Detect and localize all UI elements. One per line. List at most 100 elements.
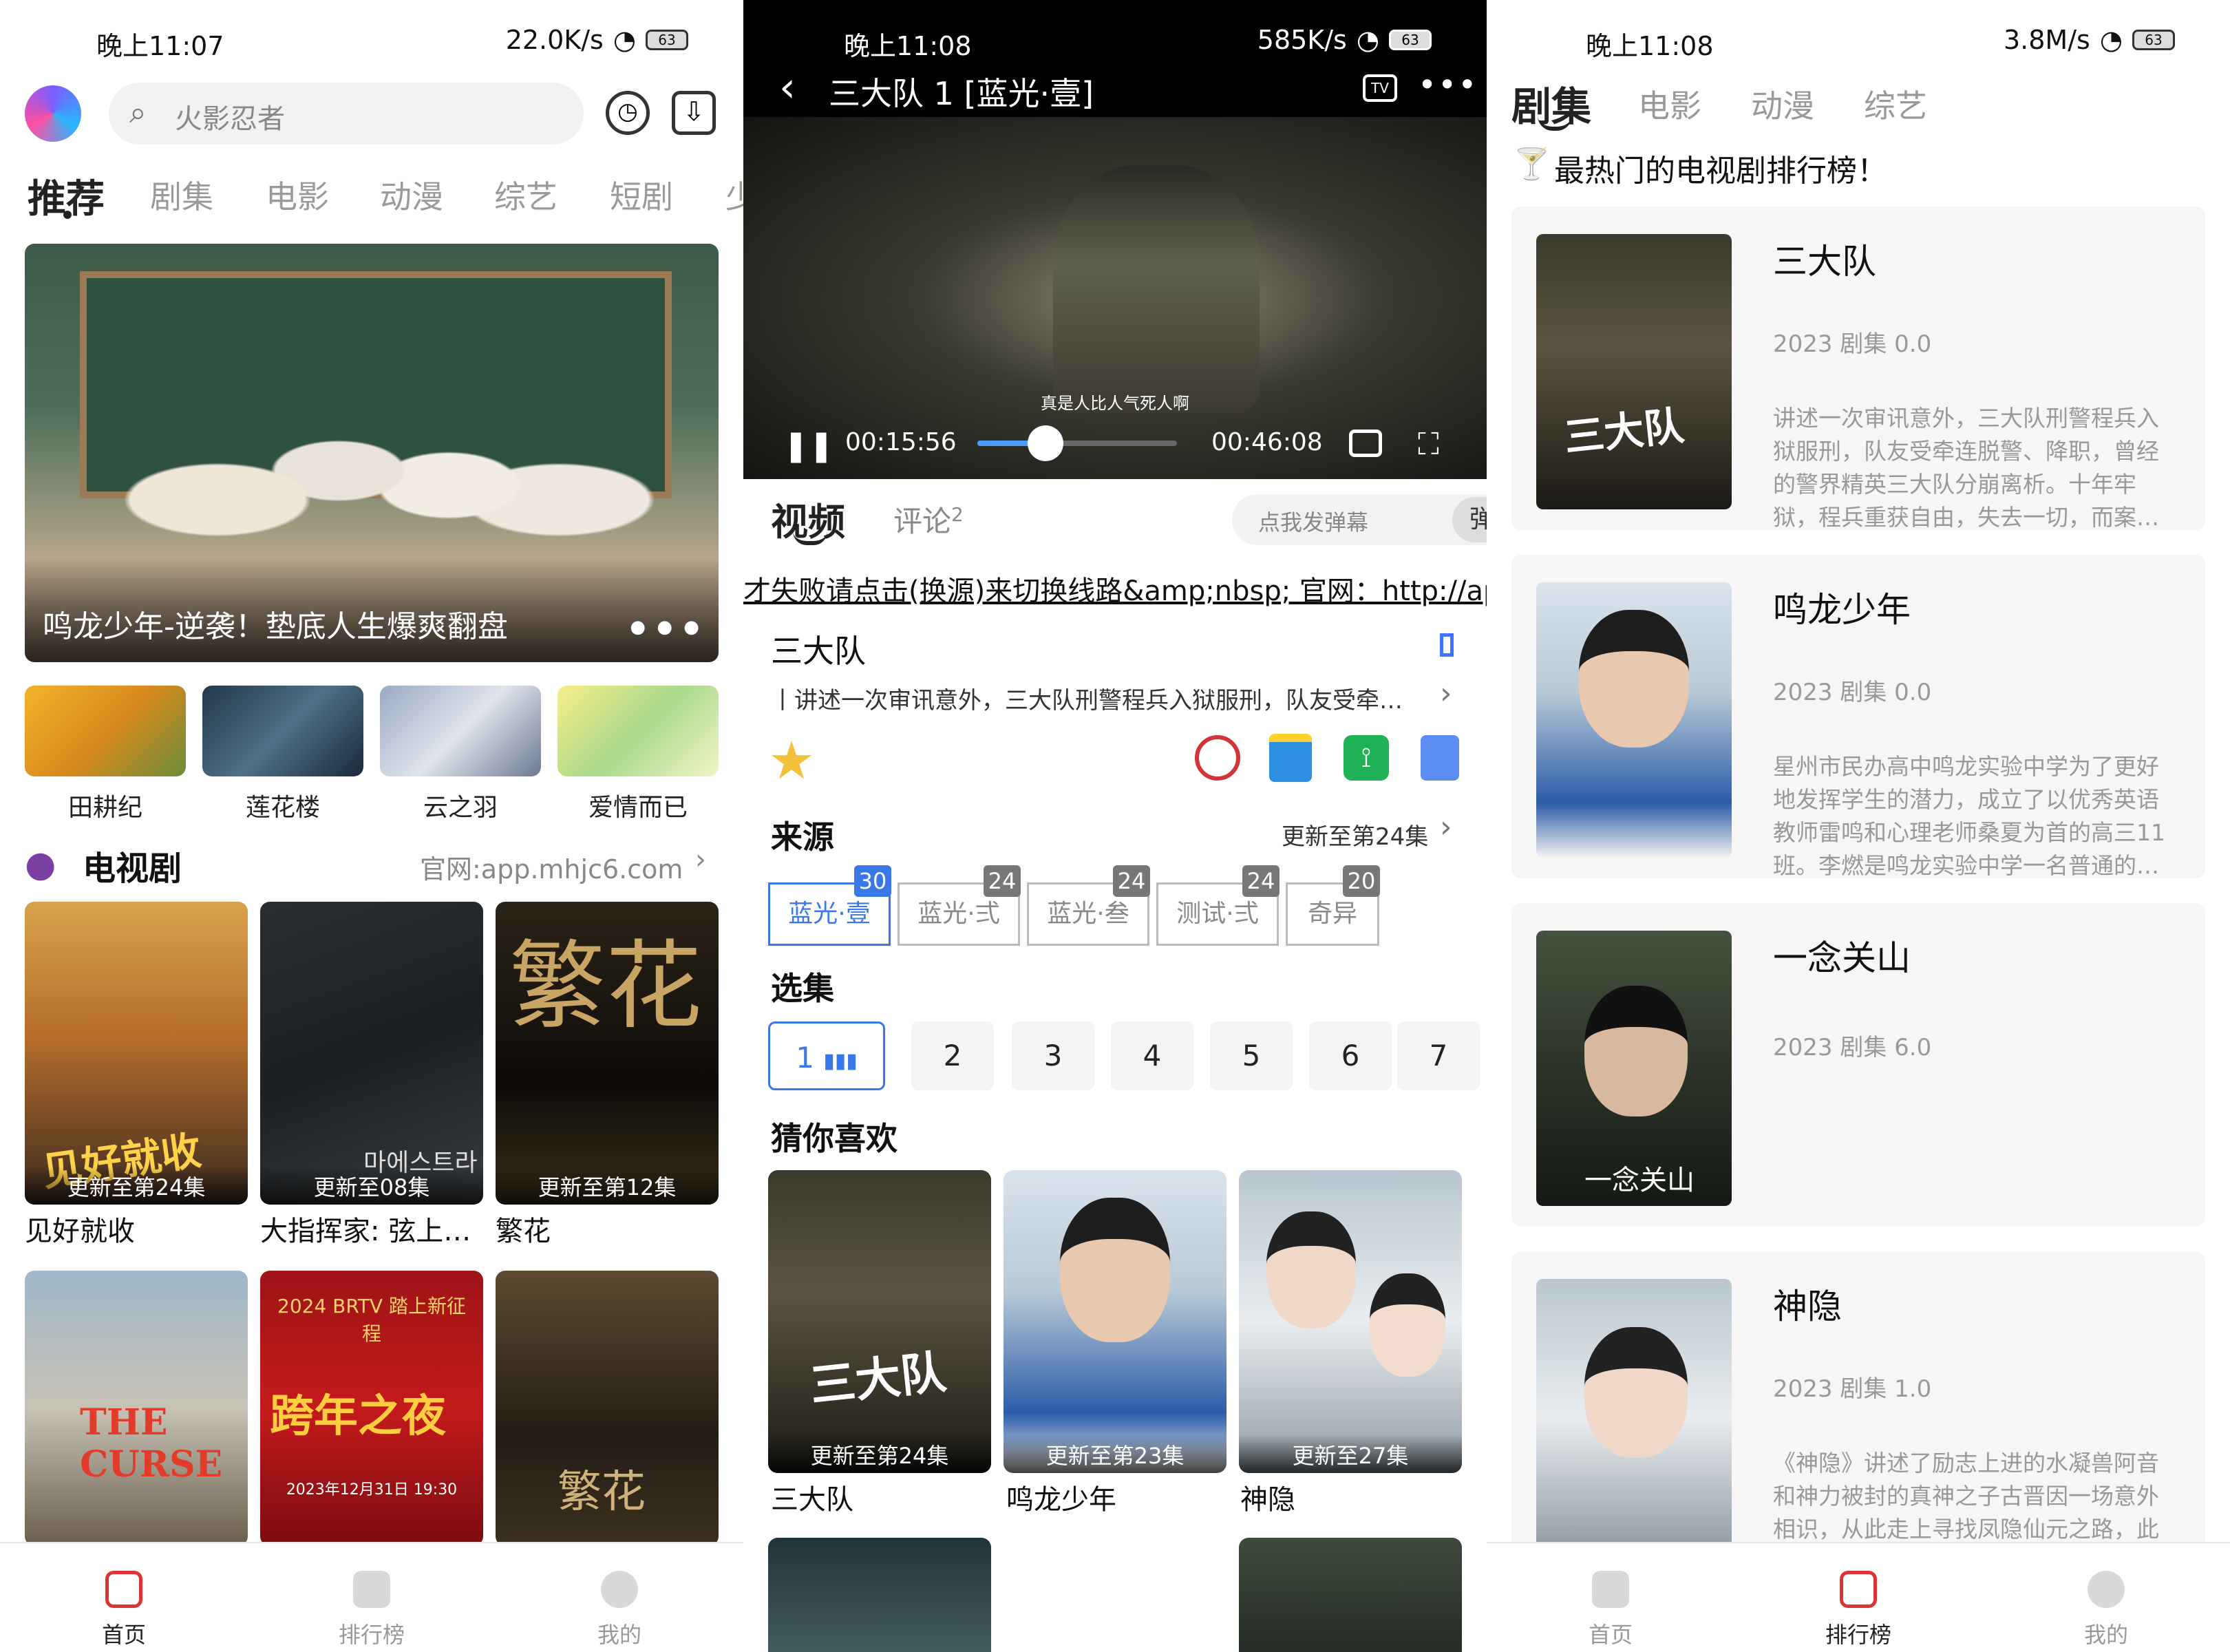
share-icon[interactable]: ⟟ — [1344, 735, 1389, 781]
rank-poster: 三大队 — [1536, 234, 1732, 509]
poster-art: 三大队 — [1562, 402, 1686, 461]
quick-thumb-2[interactable] — [202, 686, 363, 776]
search-bar[interactable]: ⌕ 火影忍者 — [109, 83, 584, 145]
tab-movie[interactable]: 电影 — [266, 172, 329, 218]
poster-4[interactable]: THE CURSE — [25, 1271, 248, 1546]
tab-more[interactable]: 少 — [725, 172, 743, 218]
status-bar: 晚上11:07 22.0K/s ◔ 63 — [0, 0, 743, 83]
episode-3[interactable]: 3 — [1012, 1021, 1094, 1090]
guess-poster-2[interactable]: 更新至第23集 — [1003, 1170, 1226, 1473]
poster-3[interactable]: 繁花 更新至第12集 — [496, 902, 719, 1205]
quick-thumb-1[interactable] — [25, 686, 186, 776]
rank-headline: 最热门的电视剧排行榜！ — [1554, 153, 1887, 189]
episode-number: 1 — [796, 1041, 814, 1074]
fullscreen-icon[interactable]: ⛶ — [1418, 427, 1439, 462]
episode-6[interactable]: 6 — [1309, 1021, 1392, 1090]
banner-title: 鸣龙少年-逆袭！垫底人生爆爽翻盘 — [43, 609, 508, 644]
tab-comment[interactable]: 评论2 — [893, 498, 964, 540]
tab-anime[interactable]: 动漫 — [380, 172, 443, 218]
section-link[interactable]: 官网:app.mhjc6.com — [420, 848, 683, 886]
poster-2[interactable]: 마에스트라 更新至08集 — [260, 902, 483, 1205]
rank-tab-anime[interactable]: 动漫 — [1751, 81, 1814, 127]
guess-poster-6[interactable] — [1239, 1538, 1462, 1652]
download-icon[interactable]: ⇩ — [672, 91, 716, 135]
bookmark-icon[interactable] — [1440, 633, 1454, 657]
chevron-right-icon[interactable]: › — [1440, 809, 1452, 845]
rank-item-1[interactable]: 三大队 三大队 2023 剧集 0.0 讲述一次审讯意外，三大队刑警程兵入狱服刑… — [1511, 206, 2205, 531]
source-item-2[interactable]: 蓝光·弍 24 — [898, 865, 1021, 946]
nav-ranking[interactable]: 排行榜 — [1790, 1571, 1927, 1649]
tab-series[interactable]: 剧集 — [150, 172, 213, 218]
app-logo[interactable] — [25, 85, 81, 142]
chevron-right-icon[interactable]: › — [1440, 676, 1452, 711]
seek-thumb[interactable] — [1027, 425, 1063, 461]
cocktail-icon: 🍸 — [1513, 147, 1551, 182]
poster-6[interactable]: 繁花 — [496, 1271, 719, 1546]
tv-cast-icon[interactable]: TV — [1363, 74, 1397, 102]
episode-7[interactable]: 7 — [1397, 1021, 1480, 1090]
more-icon[interactable]: ••• — [1418, 66, 1478, 103]
cast-download-icon[interactable] — [1269, 734, 1312, 782]
tab-short[interactable]: 短剧 — [610, 172, 673, 218]
nav-mine[interactable]: 我的 — [2037, 1571, 2175, 1649]
chevron-right-icon[interactable]: › — [695, 844, 706, 876]
episode-5[interactable]: 5 — [1210, 1021, 1293, 1090]
guess-poster-4[interactable] — [768, 1538, 991, 1652]
wifi-icon: ◔ — [613, 25, 636, 55]
time-total: 00:46:08 — [1211, 428, 1323, 456]
quick-thumb-3[interactable] — [380, 686, 541, 776]
banner[interactable]: 鸣龙少年-逆袭！垫底人生爆爽翻盘 ● ● ● — [25, 244, 719, 662]
guess-poster-1[interactable]: 三大队 更新至第24集 — [768, 1170, 991, 1473]
source-label: 来源 — [771, 818, 834, 856]
star-icon[interactable]: ★ — [768, 730, 815, 791]
pip-icon[interactable] — [1349, 430, 1382, 457]
poster-art: THE CURSE — [80, 1401, 223, 1485]
quick-thumb-4[interactable] — [558, 686, 719, 776]
guess-poster-3[interactable]: 更新至27集 — [1239, 1170, 1462, 1473]
chart-icon — [353, 1571, 390, 1608]
notice-marquee: 才失败请点击(换源)来切换线路&amp;nbsp; 官网：http://ap — [743, 569, 1487, 610]
edit-icon[interactable] — [1421, 735, 1459, 781]
episode-4[interactable]: 4 — [1111, 1021, 1193, 1090]
status-time: 晚上11:08 — [844, 31, 972, 61]
pause-icon[interactable]: ❚❚ — [783, 428, 834, 463]
nav-ranking[interactable]: 排行榜 — [303, 1571, 440, 1649]
wifi-icon: ◔ — [1356, 25, 1379, 55]
bottom-nav: 首页 排行榜 我的 — [0, 1542, 743, 1652]
episode-2[interactable]: 2 — [911, 1021, 994, 1090]
danmaku-button[interactable]: 弹 — [1452, 497, 1487, 542]
video-player[interactable]: 晚上11:08 585K/s ◔ 63 ‹ 三大队 1 [蓝光·壹] TV ••… — [743, 0, 1487, 479]
poster-5[interactable]: 2024 BRTV 踏上新征程 跨年之夜 2023年12月31日 19:30 — [260, 1271, 483, 1546]
rank-item-3[interactable]: 一念关山 一念关山 2023 剧集 6.0 — [1511, 903, 2205, 1227]
episode-1[interactable]: 1 ▮▮▮ — [768, 1021, 885, 1090]
seek-bar[interactable] — [977, 425, 1177, 461]
poster-1[interactable]: 见好就收 更新至第24集 — [25, 902, 248, 1205]
nav-home[interactable]: 首页 — [1542, 1571, 1679, 1649]
poster-title-2: 大指挥家: 弦上… — [260, 1216, 471, 1247]
rank-desc: 《神隐》讲述了励志上进的水凝兽阿音和神力被封的真神之子古晋因一场意外相识，从此走… — [1773, 1450, 2159, 1543]
source-item-1[interactable]: 蓝光·壹 30 — [768, 865, 891, 946]
rank-item-4[interactable]: 神隐 2023 剧集 1.0 《神隐》讲述了励志上进的水凝兽阿音和神力被封的真神… — [1511, 1251, 2205, 1575]
section-title: 电视剧 — [83, 849, 182, 888]
history-icon[interactable]: ◷ — [606, 91, 650, 135]
poster-face — [1060, 1198, 1170, 1342]
poster-title-3: 繁花 — [496, 1216, 551, 1247]
source-item-5[interactable]: 奇异 20 — [1286, 865, 1380, 946]
nav-ranking-label: 排行榜 — [1825, 1622, 1891, 1648]
home-icon — [105, 1571, 142, 1608]
nav-mine[interactable]: 我的 — [551, 1571, 688, 1649]
user-icon — [601, 1571, 638, 1608]
rank-tab-movie[interactable]: 电影 — [1638, 81, 1701, 127]
tab-variety[interactable]: 综艺 — [494, 172, 558, 218]
alarm-icon[interactable] — [1195, 735, 1240, 781]
source-item-3[interactable]: 蓝光·叁 24 — [1027, 865, 1150, 946]
source-item-4[interactable]: 测试·弍 24 — [1156, 865, 1279, 946]
rank-item-2[interactable]: 鸣龙少年 2023 剧集 0.0 星州市民办高中鸣龙实验中学为了更好地发挥学生的… — [1511, 555, 2205, 879]
rank-meta: 2023 剧集 0.0 — [1773, 330, 1932, 358]
quick-title-3: 云之羽 — [423, 794, 498, 822]
video-figure — [1053, 165, 1260, 413]
back-icon[interactable]: ‹ — [779, 63, 796, 112]
nav-home[interactable]: 首页 — [55, 1571, 193, 1649]
danmaku-input[interactable]: 点我发弹幕 弹 — [1232, 494, 1487, 545]
rank-tab-variety[interactable]: 综艺 — [1864, 81, 1927, 127]
